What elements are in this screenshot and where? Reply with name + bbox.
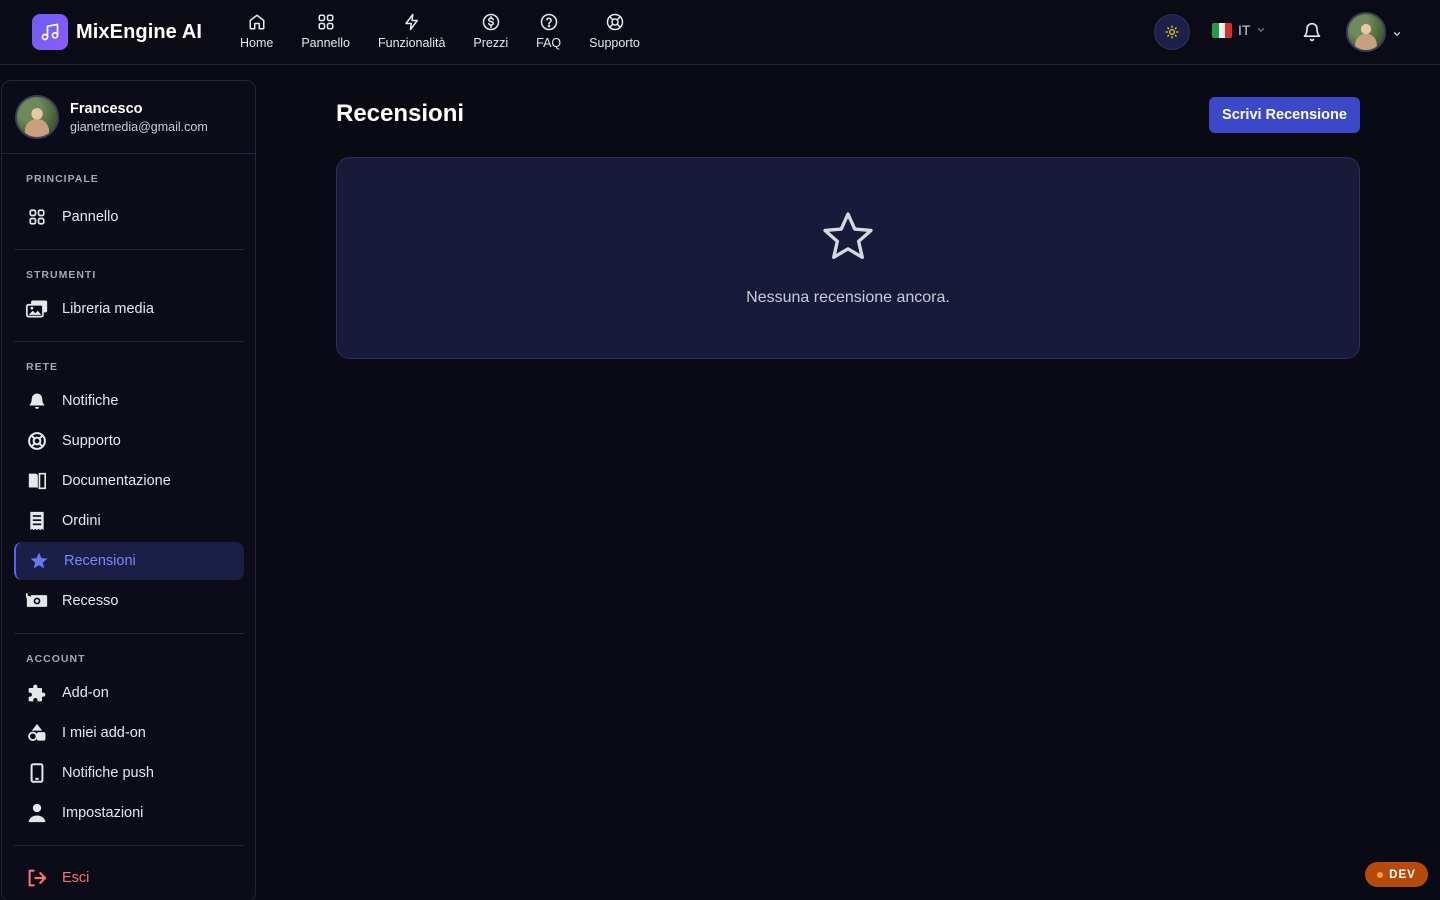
- chevron-down-icon: [1258, 28, 1265, 33]
- divider: [14, 633, 244, 634]
- sidebar-item-label: Notifiche: [62, 393, 119, 409]
- dev-badge: DEV: [1365, 862, 1428, 887]
- main-nav: Home Pannello Funzionalità Prezzi FAQ Su…: [226, 12, 654, 50]
- chevron-down-icon[interactable]: [1392, 26, 1402, 37]
- sidebar-item-label: Notifiche push: [62, 765, 154, 781]
- profile-card: Francesco gianetmedia@gmail.com: [2, 81, 255, 154]
- divider: [14, 249, 244, 250]
- theme-toggle-button[interactable]: [1154, 14, 1190, 50]
- section-title-account: ACCOUNT: [26, 653, 86, 665]
- nav-label: Pannello: [301, 36, 350, 50]
- section-title-principale: PRINCIPALE: [26, 173, 99, 185]
- sidebar: Francesco gianetmedia@gmail.com PRINCIPA…: [1, 80, 256, 900]
- sidebar-item-i-miei-add-on[interactable]: I miei add-on: [14, 714, 244, 752]
- empty-state-text: Nessuna recensione ancora.: [746, 289, 950, 306]
- logout-button[interactable]: Esci: [14, 859, 244, 897]
- dollar-icon: [481, 12, 501, 32]
- page-title: Recensioni: [336, 100, 465, 127]
- sidebar-item-label: Documentazione: [62, 473, 171, 489]
- sidebar-item-notifiche[interactable]: Notifiche: [14, 382, 244, 420]
- sidebar-item-label: I miei add-on: [62, 725, 146, 741]
- sidebar-item-impostazioni[interactable]: Impostazioni: [14, 794, 244, 832]
- sidebar-item-documentazione[interactable]: Documentazione: [14, 462, 244, 500]
- book-icon: [26, 470, 48, 492]
- logout-icon: [26, 867, 48, 889]
- sun-icon: [1165, 25, 1179, 39]
- sidebar-item-recesso[interactable]: Recesso: [14, 582, 244, 620]
- language-selector[interactable]: IT: [1212, 22, 1266, 38]
- star-outline-icon: [819, 208, 877, 266]
- notifications-button[interactable]: [1302, 22, 1322, 42]
- sidebar-item-label: Libreria media: [62, 301, 154, 317]
- bell-icon: [1303, 22, 1321, 42]
- bell-icon: [26, 390, 48, 412]
- sidebar-item-label: Impostazioni: [62, 805, 144, 821]
- lifebuoy-icon: [605, 12, 625, 32]
- empty-state-card: Nessuna recensione ancora.: [336, 157, 1360, 359]
- receipt-icon: [26, 510, 48, 532]
- grid-icon: [316, 12, 336, 32]
- sidebar-item-recensioni[interactable]: Recensioni: [14, 542, 244, 580]
- top-navbar: MixEngine AI Home Pannello Funzionalità …: [0, 0, 1440, 65]
- mobile-icon: [26, 762, 48, 784]
- write-review-button[interactable]: Scrivi Recensione: [1209, 97, 1360, 133]
- nav-label: Prezzi: [473, 36, 509, 50]
- brand[interactable]: MixEngine AI: [32, 14, 202, 50]
- sidebar-item-notifiche-push[interactable]: Notifiche push: [14, 754, 244, 792]
- nav-pannello[interactable]: Pannello: [287, 12, 364, 50]
- avatar: [15, 95, 59, 139]
- sidebar-item-ordini[interactable]: Ordini: [14, 502, 244, 540]
- italy-flag-icon: [1212, 22, 1232, 38]
- status-dot: [1377, 871, 1384, 878]
- divider: [14, 341, 244, 342]
- brand-name: MixEngine AI: [76, 20, 203, 43]
- refund-icon: [26, 590, 48, 612]
- language-code: IT: [1238, 22, 1251, 38]
- sidebar-item-label: Add-on: [62, 685, 109, 701]
- user-avatar[interactable]: [1346, 12, 1386, 52]
- nav-funzionalita[interactable]: Funzionalità: [364, 12, 459, 50]
- sidebar-item-supporto[interactable]: Supporto: [14, 422, 244, 460]
- nav-label: Supporto: [589, 36, 640, 50]
- divider: [14, 845, 244, 846]
- section-title-rete: RETE: [26, 361, 59, 373]
- home-icon: [247, 12, 267, 32]
- user-icon: [26, 802, 48, 824]
- grid-icon: [26, 206, 48, 228]
- profile-name: Francesco: [70, 101, 143, 117]
- section-title-strumenti: STRUMENTI: [26, 269, 97, 281]
- nav-prezzi[interactable]: Prezzi: [459, 12, 522, 50]
- star-icon: [28, 550, 50, 572]
- nav-home[interactable]: Home: [226, 12, 287, 50]
- sidebar-item-pannello[interactable]: Pannello: [14, 198, 244, 236]
- nav-label: Funzionalità: [378, 36, 446, 50]
- nav-supporto[interactable]: Supporto: [575, 12, 654, 50]
- music-note-icon: [32, 14, 68, 50]
- profile-email: gianetmedia@gmail.com: [70, 120, 208, 134]
- sidebar-item-label: Supporto: [62, 433, 121, 449]
- bolt-icon: [402, 12, 422, 32]
- sidebar-item-label: Recensioni: [64, 553, 136, 569]
- nav-label: Home: [240, 36, 274, 50]
- nav-faq[interactable]: FAQ: [522, 12, 575, 50]
- logout-label: Esci: [62, 870, 90, 886]
- dev-badge-label: DEV: [1389, 868, 1416, 881]
- sidebar-item-add-on[interactable]: Add-on: [14, 674, 244, 712]
- question-icon: [539, 12, 559, 32]
- sidebar-item-label: Pannello: [62, 209, 119, 225]
- sidebar-item-label: Recesso: [62, 593, 119, 609]
- photos-icon: [26, 298, 48, 320]
- puzzle-icon: [26, 682, 48, 704]
- nav-label: FAQ: [536, 36, 562, 50]
- shapes-icon: [26, 722, 48, 744]
- sidebar-item-libreria-media[interactable]: Libreria media: [14, 290, 244, 328]
- lifebuoy-icon: [26, 430, 48, 452]
- sidebar-item-label: Ordini: [62, 513, 101, 529]
